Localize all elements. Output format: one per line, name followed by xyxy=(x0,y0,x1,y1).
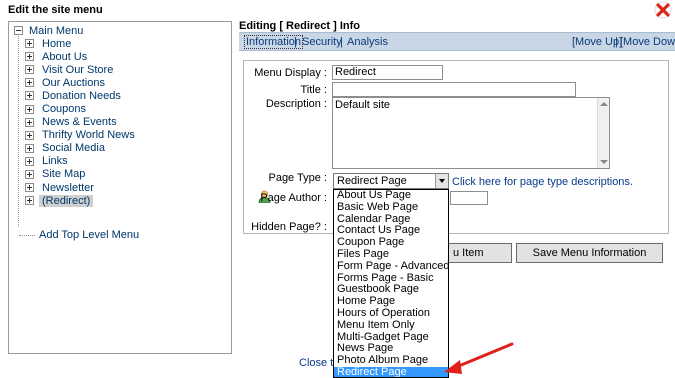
tab-bar: Information | Security | Analysis [Move … xyxy=(239,32,675,51)
add-top-level-menu-link[interactable]: Add Top Level Menu xyxy=(39,229,139,241)
menu-tree-panel: Main Menu Home About Us Visit Our Store … xyxy=(8,21,232,354)
tree-item-label[interactable]: Links xyxy=(42,155,68,167)
tree-item-links[interactable]: Links xyxy=(25,155,135,168)
description-text: Default site xyxy=(335,99,391,111)
tree-item-label[interactable]: Thrifty World News xyxy=(42,129,135,141)
tree-item-label[interactable]: Coupons xyxy=(42,103,86,115)
page-type-help-link[interactable]: Click here for page type descriptions. xyxy=(452,176,633,188)
tree-item-visit-our-store[interactable]: Visit Our Store xyxy=(25,63,135,76)
menu-display-label: Menu Display : xyxy=(254,67,327,79)
tree-item-label[interactable]: Donation Needs xyxy=(42,90,121,102)
tree-item-label[interactable]: Social Media xyxy=(42,142,105,154)
expand-icon[interactable] xyxy=(25,130,34,140)
tree-root-label[interactable]: Main Menu xyxy=(29,25,83,37)
dropdown-option[interactable]: Files Page xyxy=(334,248,448,261)
dropdown-option[interactable]: Menu Item Only xyxy=(334,319,448,332)
tree-item-social-media[interactable]: Social Media xyxy=(25,142,135,155)
dropdown-option[interactable]: Form Page - Advanced xyxy=(334,260,448,273)
tree-item-label[interactable]: Our Auctions xyxy=(42,77,105,89)
tree-root[interactable]: Main Menu xyxy=(14,24,83,37)
scroll-up-icon[interactable] xyxy=(600,102,608,106)
tree-item-list: Home About Us Visit Our Store Our Auctio… xyxy=(25,37,135,207)
tab-separator: | xyxy=(294,36,297,48)
tab-security[interactable]: Security xyxy=(302,36,342,48)
expand-icon[interactable] xyxy=(25,143,34,153)
page-author-input[interactable] xyxy=(450,191,488,205)
expand-icon[interactable] xyxy=(25,65,34,75)
description-label: Description : xyxy=(265,98,327,110)
tab-separator: | xyxy=(340,36,343,48)
tree-item-our-auctions[interactable]: Our Auctions xyxy=(25,76,135,89)
page-author-label: Page Author : xyxy=(260,192,327,204)
dialog-title: Edit the site menu xyxy=(8,4,103,16)
tree-item-coupons[interactable]: Coupons xyxy=(25,102,135,115)
expand-icon[interactable] xyxy=(25,169,34,179)
page-type-select[interactable]: Redirect Page xyxy=(333,173,449,189)
tree-item-redirect[interactable]: (Redirect) xyxy=(25,194,135,207)
tab-analysis[interactable]: Analysis xyxy=(347,36,388,48)
tree-item-about-us[interactable]: About Us xyxy=(25,50,135,63)
tree-item-label[interactable]: Visit Our Store xyxy=(42,64,113,76)
tree-item-label-selected[interactable]: (Redirect) xyxy=(39,194,94,207)
menu-display-input[interactable]: Redirect xyxy=(332,65,443,80)
hidden-page-label: Hidden Page? : xyxy=(251,221,327,233)
tree-item-home[interactable]: Home xyxy=(25,37,135,50)
red-arrow-icon xyxy=(444,342,514,374)
tree-connector-line xyxy=(19,235,35,236)
description-scrollbar[interactable] xyxy=(597,98,609,168)
expand-icon[interactable] xyxy=(25,104,34,114)
page-type-label: Page Type : xyxy=(268,172,327,184)
tree-item-donation-needs[interactable]: Donation Needs xyxy=(25,89,135,102)
expand-icon[interactable] xyxy=(25,117,34,127)
editing-title: Editing [ Redirect ] Info xyxy=(239,20,360,32)
tree-item-label[interactable]: About Us xyxy=(42,51,87,63)
tree-item-site-map[interactable]: Site Map xyxy=(25,168,135,181)
page-type-selected-value: Redirect Page xyxy=(337,175,407,187)
title-label: Title : xyxy=(300,84,328,96)
tree-item-label[interactable]: Home xyxy=(42,38,71,50)
description-textarea[interactable]: Default site xyxy=(332,97,610,169)
tab-separator: | xyxy=(615,36,618,48)
tree-item-label[interactable]: Site Map xyxy=(42,168,85,180)
tree-connector-line xyxy=(18,34,19,227)
expand-icon[interactable] xyxy=(25,78,34,88)
expand-icon[interactable] xyxy=(25,156,34,166)
expand-icon[interactable] xyxy=(25,183,34,193)
scroll-down-icon[interactable] xyxy=(600,160,608,164)
tree-item-label[interactable]: News & Events xyxy=(42,116,117,128)
dropdown-option[interactable]: Hours of Operation xyxy=(334,307,448,320)
dropdown-option[interactable]: Basic Web Page xyxy=(334,201,448,214)
expand-icon[interactable] xyxy=(25,39,34,49)
save-menu-information-button[interactable]: Save Menu Information xyxy=(516,243,663,263)
tree-item-newsletter[interactable]: Newsletter xyxy=(25,181,135,194)
tree-item-thrifty-world-news[interactable]: Thrifty World News xyxy=(25,129,135,142)
expand-icon[interactable] xyxy=(25,52,34,62)
title-input[interactable] xyxy=(332,82,576,97)
tree-item-label[interactable]: Newsletter xyxy=(42,182,94,194)
close-x-icon[interactable] xyxy=(654,1,672,19)
move-down-link[interactable]: [Move Down] xyxy=(620,36,675,48)
tree-item-news-events[interactable]: News & Events xyxy=(25,116,135,129)
expand-icon[interactable] xyxy=(25,91,34,101)
expand-icon[interactable] xyxy=(25,196,34,206)
chevron-down-icon[interactable] xyxy=(435,174,448,188)
